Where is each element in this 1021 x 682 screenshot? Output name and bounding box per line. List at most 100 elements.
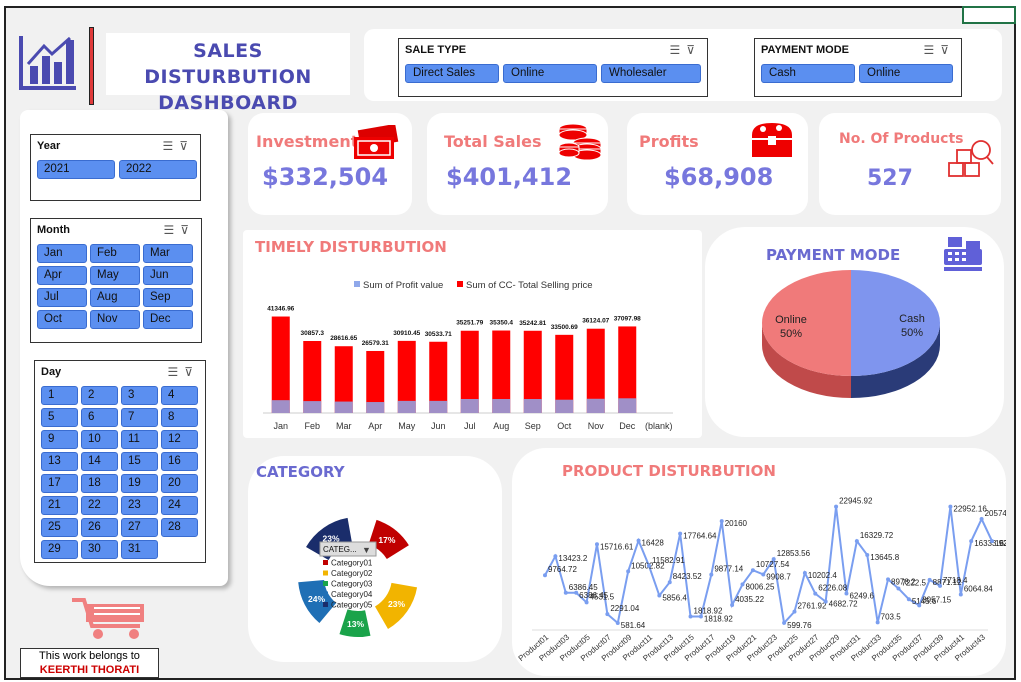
profit-bar [586,398,605,413]
clear-filter-icon[interactable]: ⊽ [686,43,701,57]
clear-filter-icon[interactable]: ⊽ [179,139,194,153]
line-point [854,539,859,544]
legend-label: Sum of Profit value [363,280,443,291]
line-point [553,554,558,559]
chip-day-24[interactable]: 24 [161,496,198,515]
line-point [969,539,974,544]
chip-day-28[interactable]: 28 [161,518,198,537]
line-point [584,600,589,605]
chip-day-30[interactable]: 30 [81,540,118,559]
owner-name: KEERTHI THORATI [39,664,140,676]
chip-day-27[interactable]: 27 [121,518,158,537]
chip-month-jul[interactable]: Jul [37,288,87,307]
multi-select-icon[interactable]: ☰ [923,43,940,57]
chip-day-11[interactable]: 11 [121,430,158,449]
chip-day-17[interactable]: 17 [41,474,78,493]
chip-day-15[interactable]: 15 [121,452,158,471]
chip-month-oct[interactable]: Oct [37,310,87,329]
slicer-controls[interactable]: ☰⊽ [669,43,701,57]
chip-day-6[interactable]: 6 [81,408,118,427]
kpi-profits-card: Profits $68,908 [627,113,808,215]
product-line-chart: 9764.7213423.26386.456386.454531.515716.… [517,497,1006,663]
chip-year-2022[interactable]: 2022 [119,160,197,179]
point-label: 2291.04 [610,604,639,613]
chip-month-apr[interactable]: Apr [37,266,87,285]
chip-day-22[interactable]: 22 [81,496,118,515]
chip-day-5[interactable]: 5 [41,408,78,427]
profit-bar [366,402,385,413]
day-slicer[interactable]: Day ☰⊽ 1 2 3 4 5 6 7 8 9 10 11 12 13 14 15 16 17 18 19 20 21… [34,360,206,563]
chip-month-jun[interactable]: Jun [143,266,193,285]
line-point [771,557,776,562]
bar-data-label: 30910.45 [393,330,420,337]
line-point [906,597,911,602]
chip-online-payment[interactable]: Online [859,64,953,83]
bar-data-label: 30533.71 [425,331,452,338]
point-label: 4035.22 [735,595,764,604]
clear-filter-icon[interactable]: ⊽ [184,365,199,379]
chip-day-25[interactable]: 25 [41,518,78,537]
chip-day-7[interactable]: 7 [121,408,158,427]
x-tick-label: Dec [619,421,636,431]
slicer-controls[interactable]: ☰⊽ [167,365,199,379]
chip-day-16[interactable]: 16 [161,452,198,471]
chip-month-nov[interactable]: Nov [90,310,140,329]
line-point [688,614,693,619]
chip-year-2021[interactable]: 2021 [37,160,115,179]
chip-month-jan[interactable]: Jan [37,244,87,263]
point-label: 7222.5 [901,578,926,587]
chip-day-23[interactable]: 23 [121,496,158,515]
chip-day-10[interactable]: 10 [81,430,118,449]
chip-day-18[interactable]: 18 [81,474,118,493]
line-point [782,620,787,625]
year-slicer[interactable]: Year ☰⊽ 2021 2022 [30,134,201,201]
point-label: 12853.56 [777,549,811,558]
chip-cash[interactable]: Cash [761,64,855,83]
month-slicer[interactable]: Month ☰⊽ Jan Feb Mar Apr May Jun Jul Aug Sep Oct N… [30,218,202,343]
sale-type-label: SALE TYPE [405,44,467,56]
chip-month-sep[interactable]: Sep [143,288,193,307]
chip-month-may[interactable]: May [90,266,140,285]
chip-day-8[interactable]: 8 [161,408,198,427]
chip-day-31[interactable]: 31 [121,540,158,559]
chip-day-3[interactable]: 3 [121,386,158,405]
active-cell[interactable] [962,6,1016,24]
multi-select-icon[interactable]: ☰ [669,43,686,57]
chip-online[interactable]: Online [503,64,597,83]
chip-day-4[interactable]: 4 [161,386,198,405]
payment-mode-slicer[interactable]: PAYMENT MODE ☰⊽ Cash Online [754,38,962,97]
coins-icon [557,121,607,168]
chip-day-13[interactable]: 13 [41,452,78,471]
line-point [626,569,631,574]
multi-select-icon[interactable]: ☰ [163,223,180,237]
chip-day-29[interactable]: 29 [41,540,78,559]
multi-select-icon[interactable]: ☰ [167,365,184,379]
chip-day-21[interactable]: 21 [41,496,78,515]
kpi-profits-label: Profits [639,132,699,151]
chip-day-20[interactable]: 20 [161,474,198,493]
year-label: Year [37,140,61,152]
slicer-controls[interactable]: ☰⊽ [162,139,194,153]
chip-day-14[interactable]: 14 [81,452,118,471]
clear-filter-icon[interactable]: ⊽ [180,223,195,237]
chip-wholesaler[interactable]: Wholesaler [601,64,701,83]
chip-day-26[interactable]: 26 [81,518,118,537]
slicer-controls[interactable]: ☰⊽ [923,43,955,57]
chip-day-2[interactable]: 2 [81,386,118,405]
chip-month-aug[interactable]: Aug [90,288,140,307]
slicer-controls[interactable]: ☰⊽ [163,223,195,237]
chip-day-19[interactable]: 19 [121,474,158,493]
chip-month-mar[interactable]: Mar [143,244,193,263]
chip-month-feb[interactable]: Feb [90,244,140,263]
chip-direct-sales[interactable]: Direct Sales [405,64,499,83]
chip-day-1[interactable]: 1 [41,386,78,405]
multi-select-icon[interactable]: ☰ [162,139,179,153]
sale-type-slicer[interactable]: SALE TYPE ☰⊽ Direct Sales Online Wholesa… [398,38,708,97]
donut-label: 24% [308,594,325,604]
clear-filter-icon[interactable]: ⊽ [940,43,955,57]
timely-bar-chart: Sum of Profit value Sum of CC- Total Sell… [263,280,673,431]
chip-day-9[interactable]: 9 [41,430,78,449]
category-chart-card: CATEGORY 17% 23% 13% 24% 23% CATEG... ▼ Categor… [248,456,502,662]
chip-month-dec[interactable]: Dec [143,310,193,329]
chip-day-12[interactable]: 12 [161,430,198,449]
